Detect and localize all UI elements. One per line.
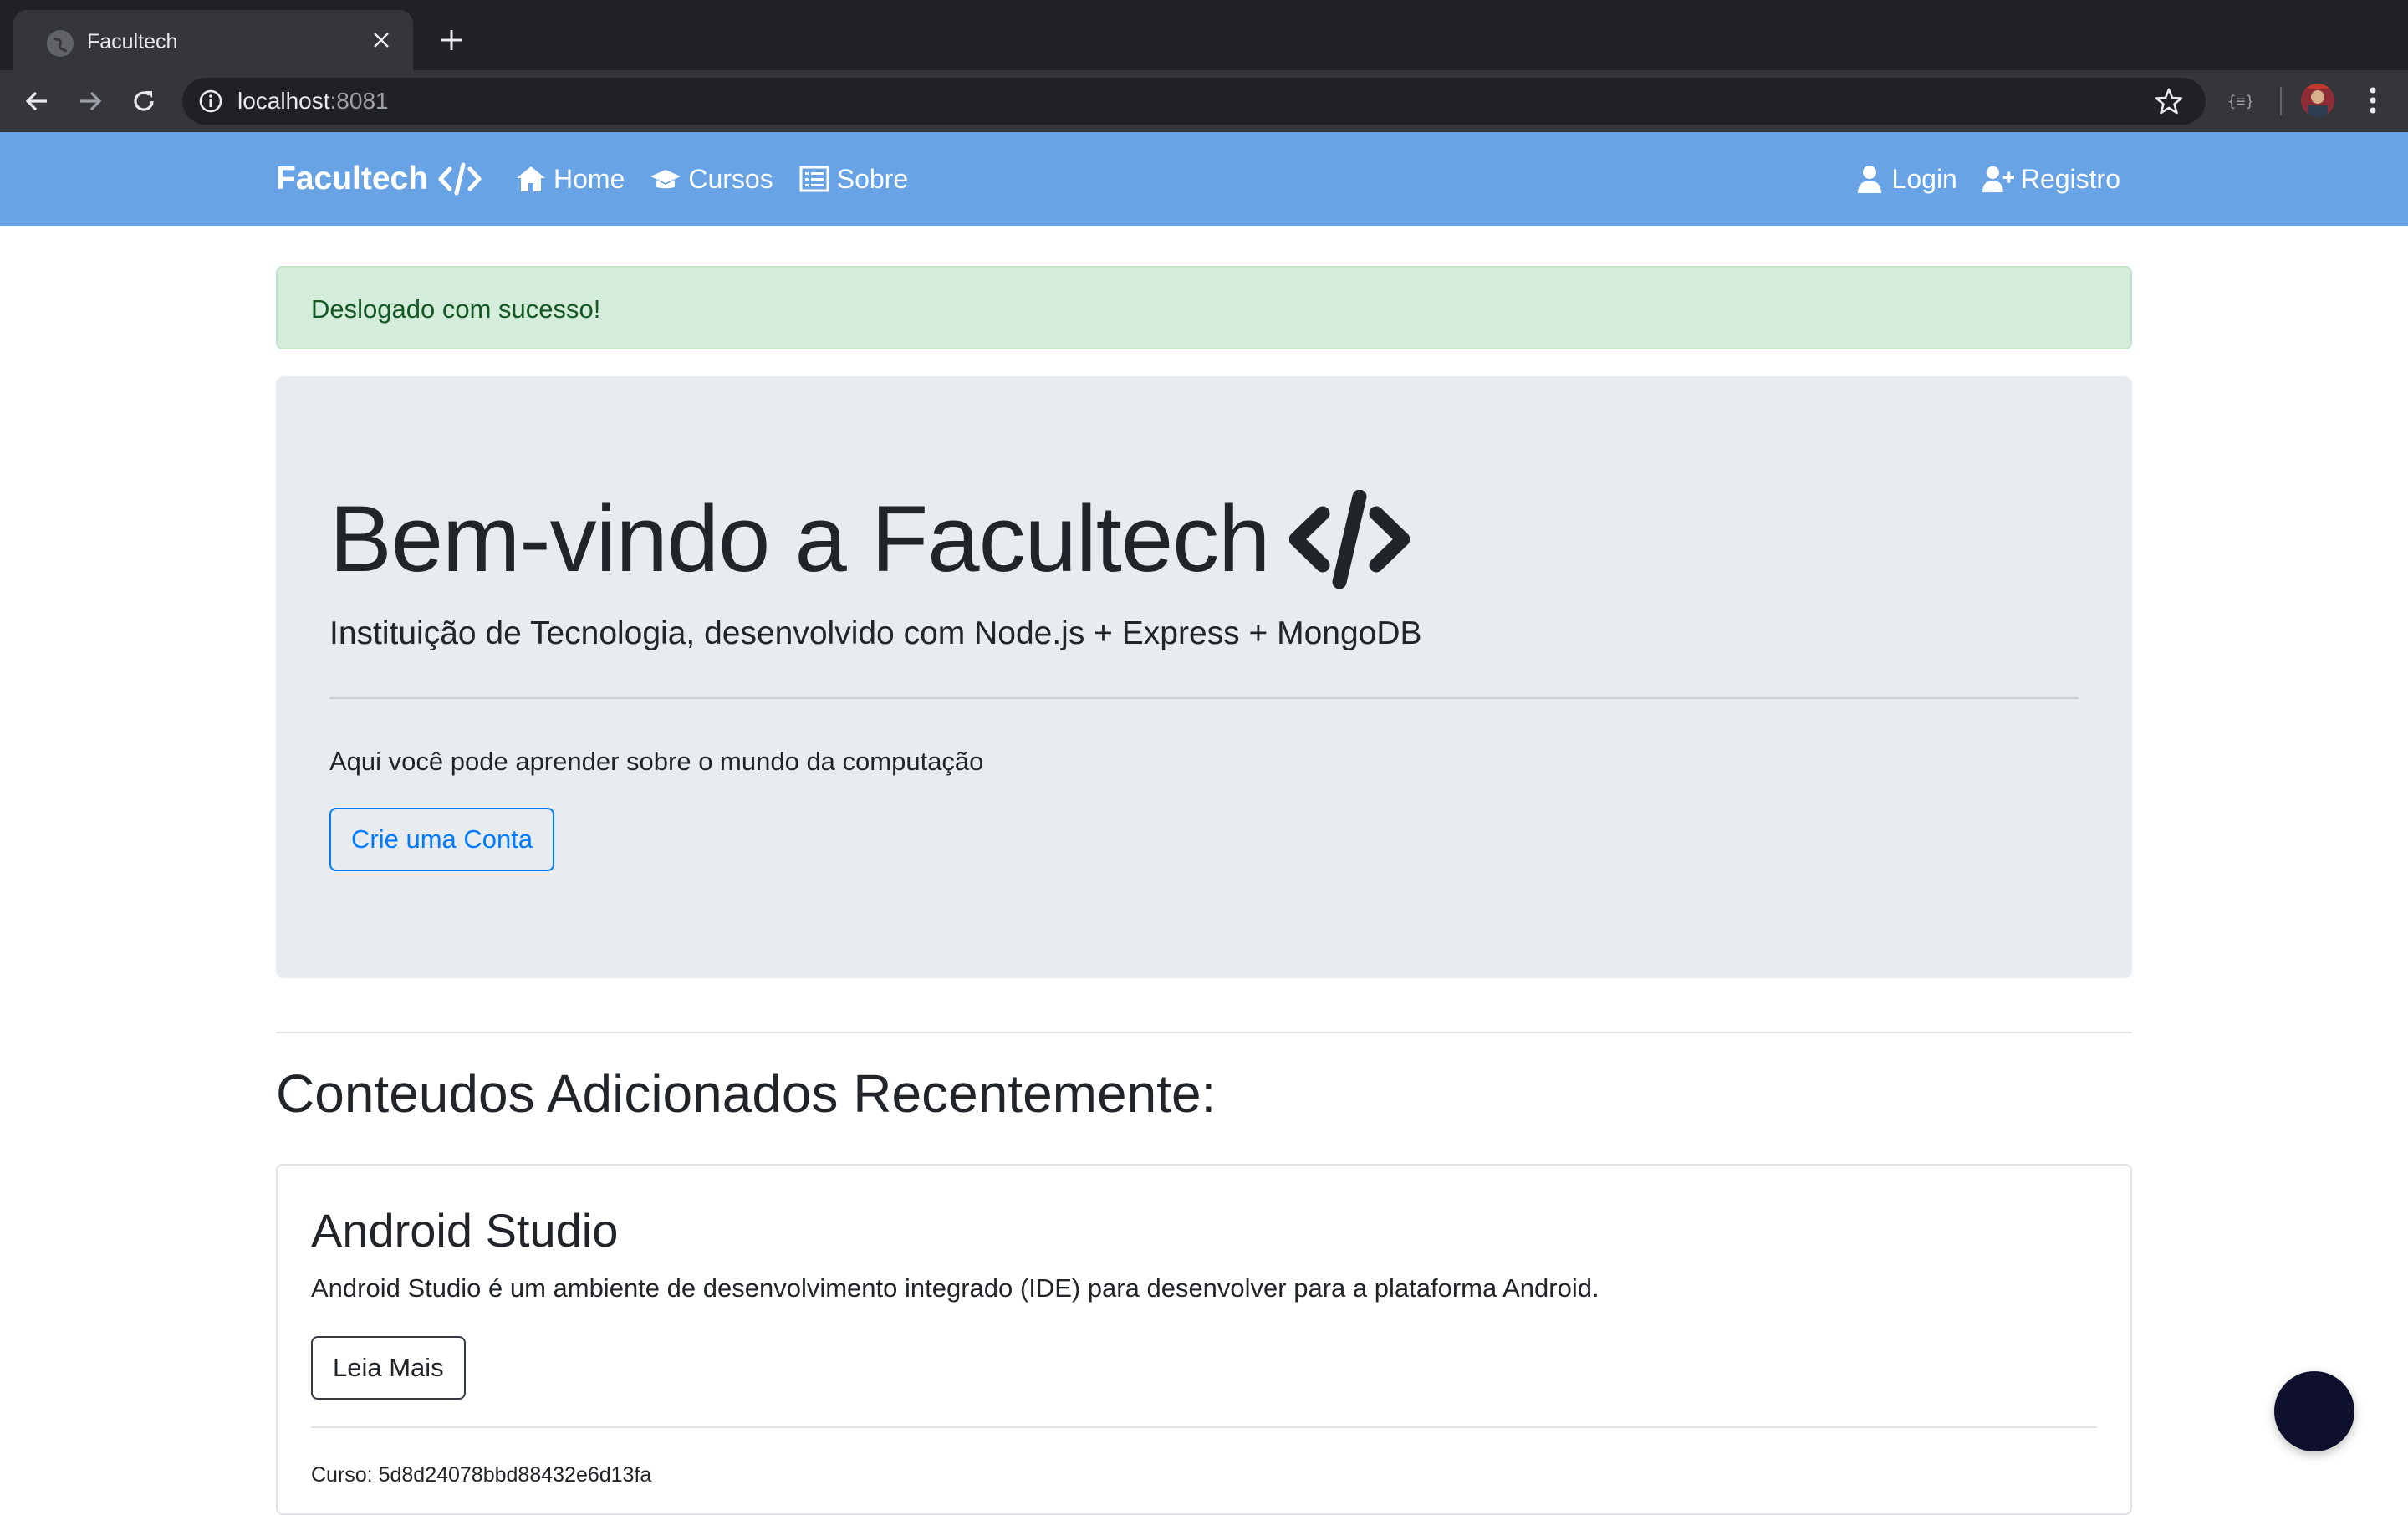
more-menu-icon[interactable]: [2356, 84, 2390, 117]
site-navbar: Facultech Home Cursos Sobre Login Regist…: [0, 132, 2408, 226]
forward-button[interactable]: [74, 84, 107, 118]
nav-home-label: Home: [554, 163, 625, 194]
address-bar[interactable]: localhost:8081: [182, 78, 2206, 125]
graduation-cap-icon: [650, 170, 681, 189]
read-more-button[interactable]: Leia Mais: [311, 1336, 466, 1400]
nav-registro[interactable]: Registro: [1982, 164, 2120, 195]
list-icon: [799, 166, 829, 192]
toolbar-divider: [2280, 87, 2282, 115]
jumbotron-text: Aqui você pode aprender sobre o mundo da…: [329, 747, 984, 776]
nav-registro-label: Registro: [2020, 163, 2120, 194]
url-port: :8081: [329, 88, 389, 114]
logout-success-alert: Deslogado com sucesso!: [276, 266, 2132, 349]
content-card: Android Studio Android Studio é um ambie…: [276, 1164, 2132, 1515]
profile-avatar[interactable]: [2301, 84, 2334, 117]
jumbotron: Bem-vindo a Facultech Instituição de Tec…: [276, 376, 2132, 978]
nav-login-label: Login: [1891, 163, 1957, 194]
section-divider: [276, 1032, 2132, 1033]
browser-tabstrip: Facultech: [0, 0, 2408, 70]
brand-link[interactable]: Facultech: [276, 156, 482, 202]
extension-icon[interactable]: {≡}: [2224, 84, 2258, 118]
browser-tab[interactable]: Facultech: [13, 10, 413, 70]
jumbotron-lead: Instituição de Tecnologia, desenvolvido …: [329, 615, 1422, 651]
nav-sobre-label: Sobre: [836, 163, 909, 194]
new-tab-button[interactable]: [435, 23, 468, 57]
nav-cursos[interactable]: Cursos: [650, 164, 773, 195]
card-text: Android Studio é um ambiente de desenvol…: [311, 1273, 1599, 1303]
card-title: Android Studio: [311, 1204, 619, 1257]
info-icon[interactable]: [197, 88, 224, 115]
code-icon: [438, 162, 482, 196]
jumbotron-title: Bem-vindo a Facultech: [329, 485, 1411, 594]
nav-auth-links: Login Registro: [1854, 156, 2120, 202]
floating-action-button[interactable]: [2274, 1371, 2354, 1451]
user-plus-icon: [1982, 166, 2014, 193]
nav-sobre[interactable]: Sobre: [798, 164, 908, 195]
globe-icon: [47, 30, 74, 57]
reload-button[interactable]: [127, 84, 161, 118]
back-button[interactable]: [20, 84, 54, 118]
close-icon[interactable]: [366, 25, 396, 55]
url-text: localhost:8081: [237, 86, 389, 116]
nav-home[interactable]: Home: [515, 164, 625, 195]
code-icon: [1289, 490, 1411, 589]
user-icon: [1857, 166, 1881, 193]
jumbotron-title-text: Bem-vindo a Facultech: [329, 487, 1270, 591]
url-host: localhost: [237, 88, 330, 114]
brand-name: Facultech: [276, 161, 429, 196]
browser-toolbar: localhost:8081: [0, 70, 2408, 132]
recent-content-title: Conteudos Adicionados Recentemente:: [276, 1064, 1217, 1124]
card-course-id: Curso: 5d8d24078bbd88432e6d13fa: [311, 1463, 652, 1487]
jumbotron-divider: [329, 697, 2079, 699]
nav-login[interactable]: Login: [1854, 164, 1957, 195]
tab-title: Facultech: [87, 30, 178, 54]
create-account-button[interactable]: Crie uma Conta: [329, 808, 555, 871]
home-icon: [517, 166, 545, 191]
nav-cursos-label: Cursos: [688, 163, 773, 194]
card-divider: [311, 1426, 2097, 1428]
nav-links: Home Cursos Sobre: [515, 156, 908, 202]
star-icon[interactable]: [2154, 86, 2184, 116]
